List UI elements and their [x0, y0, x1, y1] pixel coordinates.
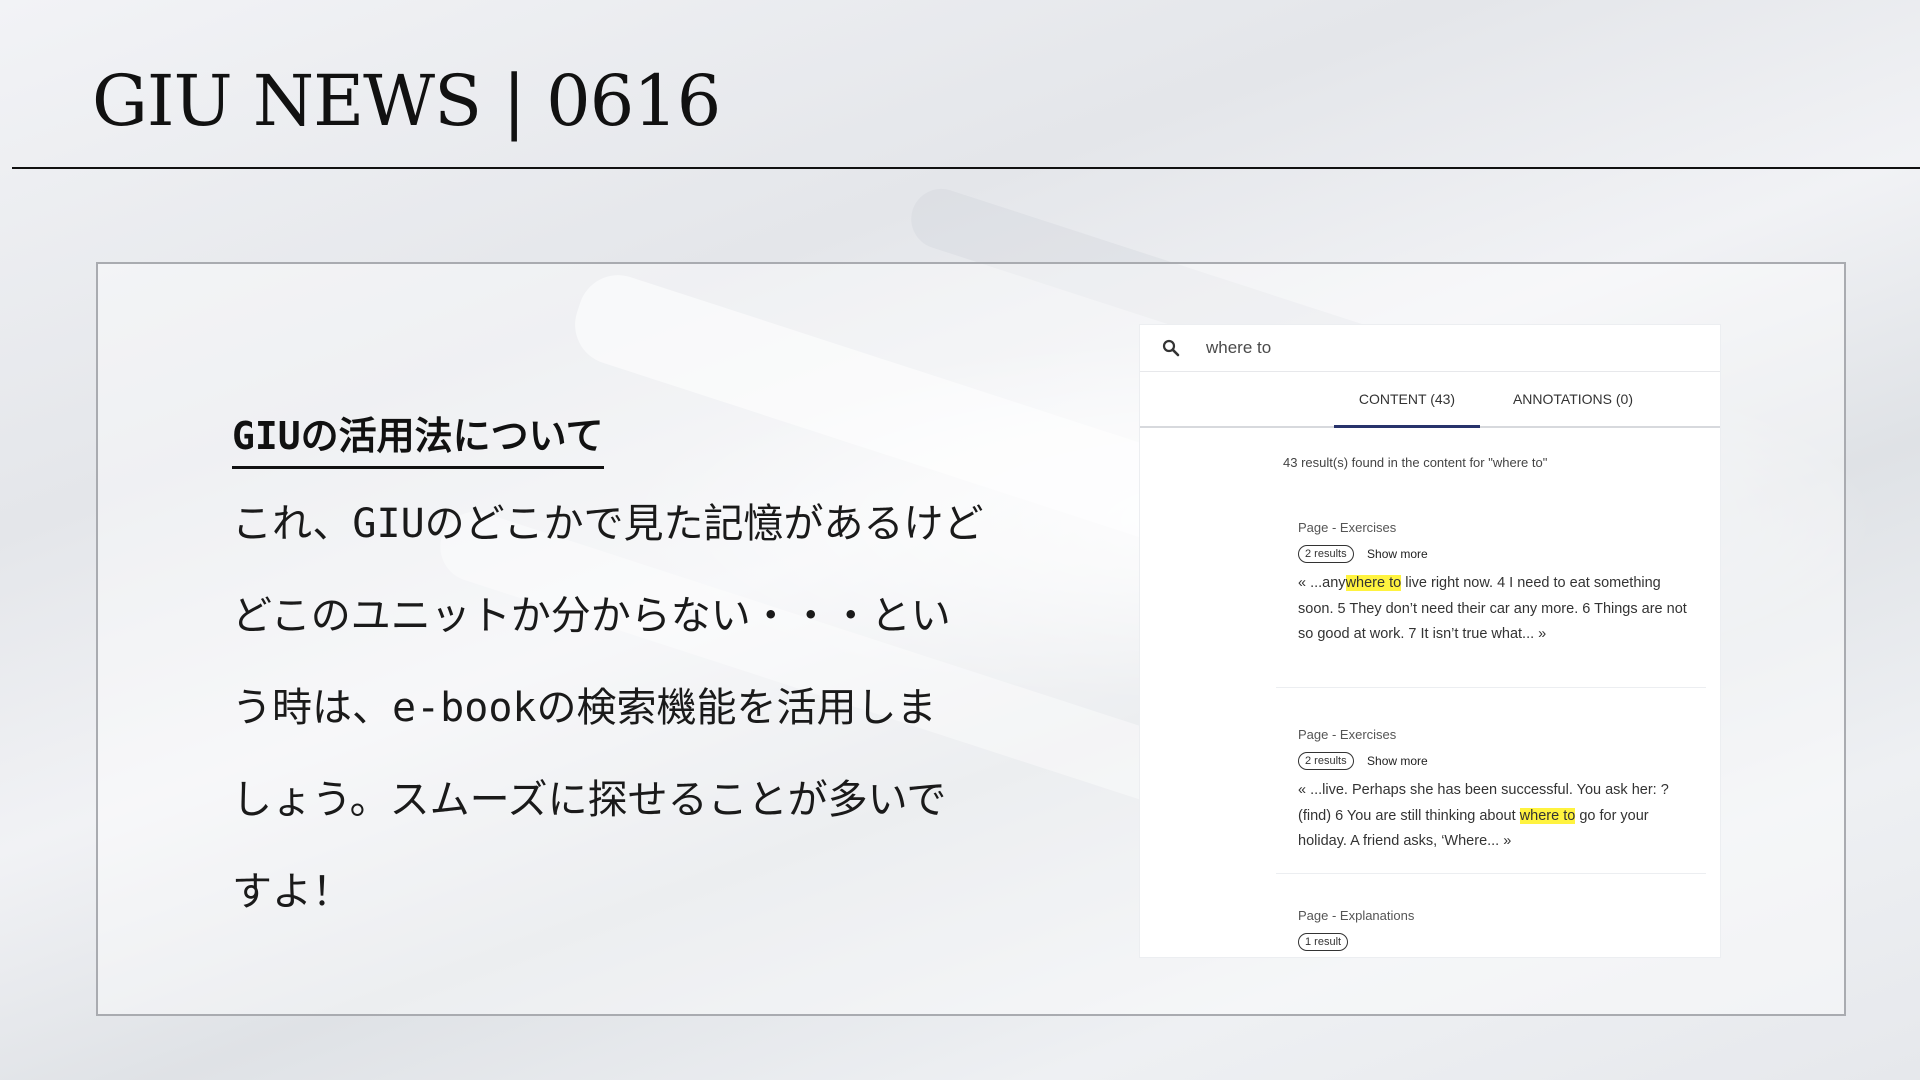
- result-tabs: CONTENT (43) ANNOTATIONS (0): [1140, 372, 1720, 428]
- snippet-text: « ...any: [1298, 575, 1346, 591]
- result-badge-row: 2 results Show more: [1298, 752, 1706, 772]
- result-badge-row: 1 result: [1298, 933, 1706, 953]
- result-type: Page - Exercises: [1298, 727, 1397, 742]
- article-line: しょう。スムーズに探せることが多いで: [232, 777, 947, 823]
- result-count-badge: 2 results: [1298, 752, 1354, 770]
- search-result[interactable]: Page - Exercises 2 results Show more « .…: [1276, 520, 1706, 688]
- search-bar: [1140, 325, 1720, 372]
- search-highlight: where to: [1345, 575, 1402, 591]
- search-input[interactable]: [1206, 333, 1686, 363]
- results-summary: 43 result(s) found in the content for "w…: [1283, 455, 1548, 470]
- result-snippet: « ...anywhere to live right now. 4 I nee…: [1298, 571, 1698, 648]
- article-line: すよ！: [232, 869, 352, 915]
- page-title: GIU NEWS | 0616: [92, 60, 721, 142]
- search-result[interactable]: Page - Exercises 2 results Show more « .…: [1276, 727, 1706, 874]
- show-more-link[interactable]: Show more: [1367, 754, 1428, 768]
- tab-content[interactable]: CONTENT (43): [1334, 372, 1480, 428]
- search-icon[interactable]: [1162, 339, 1180, 357]
- result-count-badge: 1 result: [1298, 933, 1349, 951]
- show-more-link[interactable]: Show more: [1367, 547, 1428, 561]
- search-result[interactable]: Page - Explanations 1 result: [1276, 908, 1706, 957]
- tab-annotations[interactable]: ANNOTATIONS (0): [1498, 372, 1648, 426]
- article-body: これ、GIUのどこかで見た記憶があるけど どこのユニットか分からない・・・とい …: [232, 478, 1012, 938]
- result-type: Page - Explanations: [1298, 908, 1415, 923]
- result-badge-row: 2 results Show more: [1298, 545, 1706, 565]
- result-snippet: « ...live. Perhaps she has been successf…: [1298, 778, 1698, 855]
- article-line: う時は、e-bookの検索機能を活用しま: [232, 685, 937, 731]
- search-highlight: where to: [1519, 807, 1576, 824]
- title-divider: [12, 167, 1920, 169]
- result-count-badge: 2 results: [1298, 545, 1354, 563]
- section-heading: GIUの活用法について: [232, 410, 604, 469]
- result-type: Page - Exercises: [1298, 520, 1397, 535]
- ebook-search-panel: CONTENT (43) ANNOTATIONS (0) 43 result(s…: [1140, 325, 1720, 957]
- article-line: どこのユニットか分からない・・・とい: [232, 593, 951, 639]
- article-line: これ、GIUのどこかで見た記憶があるけど: [232, 501, 984, 547]
